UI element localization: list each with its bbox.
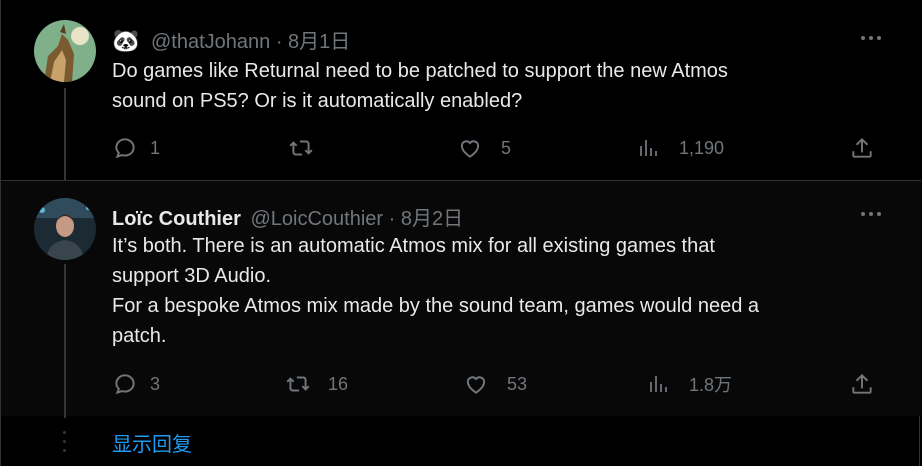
share-icon	[852, 373, 872, 394]
tweet-text-line: Do games like Returnal need to be patche…	[112, 60, 728, 82]
tweet-text-line: sound on PS5? Or is it automatically ena…	[112, 90, 523, 112]
more-icon[interactable]	[859, 204, 883, 224]
avatar-thatjohann[interactable]	[34, 20, 96, 82]
more-icon[interactable]	[859, 28, 883, 48]
reply-button[interactable]: 1	[112, 133, 160, 163]
avatar-loiccouthier[interactable]	[34, 198, 96, 260]
panda-emoji: 🐼	[112, 28, 140, 53]
tweet-2-text: It’s both. There is an automatic Atmos m…	[112, 231, 892, 351]
reply-icon	[115, 374, 135, 395]
tweet-2-header: Loïc Couthier @LoicCouthier · 8月2日	[112, 202, 463, 231]
tweet-1-actions: 1 5 1,190	[112, 133, 881, 163]
like-button[interactable]: 53	[463, 369, 527, 399]
share-button[interactable]	[849, 133, 875, 163]
retweet-icon	[286, 376, 310, 392]
like-count: 5	[501, 137, 512, 158]
retweet-count: 16	[328, 373, 349, 394]
reply-count: 1	[150, 137, 161, 158]
tweet-date[interactable]: 8月1日	[288, 31, 350, 53]
thread-line	[64, 264, 66, 418]
conversation-thread: 🐼 @thatJohann · 8月1日 Do games like Retur…	[0, 0, 921, 466]
tweet-1-header: 🐼 @thatJohann · 8月1日	[112, 25, 350, 54]
views-button[interactable]: 1.8万	[647, 369, 732, 399]
retweet-button[interactable]	[287, 133, 327, 163]
tweet-1-text: Do games like Returnal need to be patche…	[112, 56, 892, 116]
like-button[interactable]: 5	[457, 133, 511, 163]
tweet-text-line: It’s both. There is an automatic Atmos m…	[112, 235, 715, 257]
display-name[interactable]: Loïc Couthier	[112, 208, 241, 230]
view-count: 1,190	[679, 137, 725, 158]
like-icon	[460, 140, 480, 158]
thread-line	[64, 88, 66, 183]
views-icon	[650, 376, 667, 392]
retweet-button[interactable]: 16	[284, 369, 348, 399]
tweet-text-line: patch.	[112, 325, 167, 347]
reply-count: 3	[150, 373, 161, 394]
handle[interactable]: @LoicCouthier	[250, 208, 383, 230]
tweet-1[interactable]: 🐼 @thatJohann · 8月1日 Do games like Retur…	[1, 0, 921, 183]
tweet-text-line: support 3D Audio.	[112, 265, 271, 287]
views-icon	[640, 140, 657, 156]
tweet-2[interactable]: Loïc Couthier @LoicCouthier · 8月2日 It’s …	[1, 181, 921, 416]
views-button[interactable]: 1,190	[637, 133, 724, 163]
retweet-icon	[289, 140, 313, 156]
like-count: 53	[507, 373, 528, 394]
share-icon	[852, 137, 872, 158]
like-icon	[466, 376, 486, 394]
share-button[interactable]	[849, 369, 875, 399]
reply-icon	[115, 138, 135, 159]
separator: ·	[275, 31, 283, 53]
show-replies-link[interactable]: 显示回复	[112, 428, 192, 457]
tweet-date[interactable]: 8月2日	[401, 208, 463, 230]
tweet-2-actions: 3 16 53 1.8万	[112, 369, 881, 399]
tweet-text-line: For a bespoke Atmos mix made by the soun…	[112, 295, 760, 317]
more-replies-dots	[62, 425, 68, 459]
separator: ·	[388, 208, 396, 230]
view-count: 1.8万	[689, 375, 733, 395]
reply-button[interactable]: 3	[112, 369, 160, 399]
handle[interactable]: @thatJohann	[151, 31, 270, 53]
